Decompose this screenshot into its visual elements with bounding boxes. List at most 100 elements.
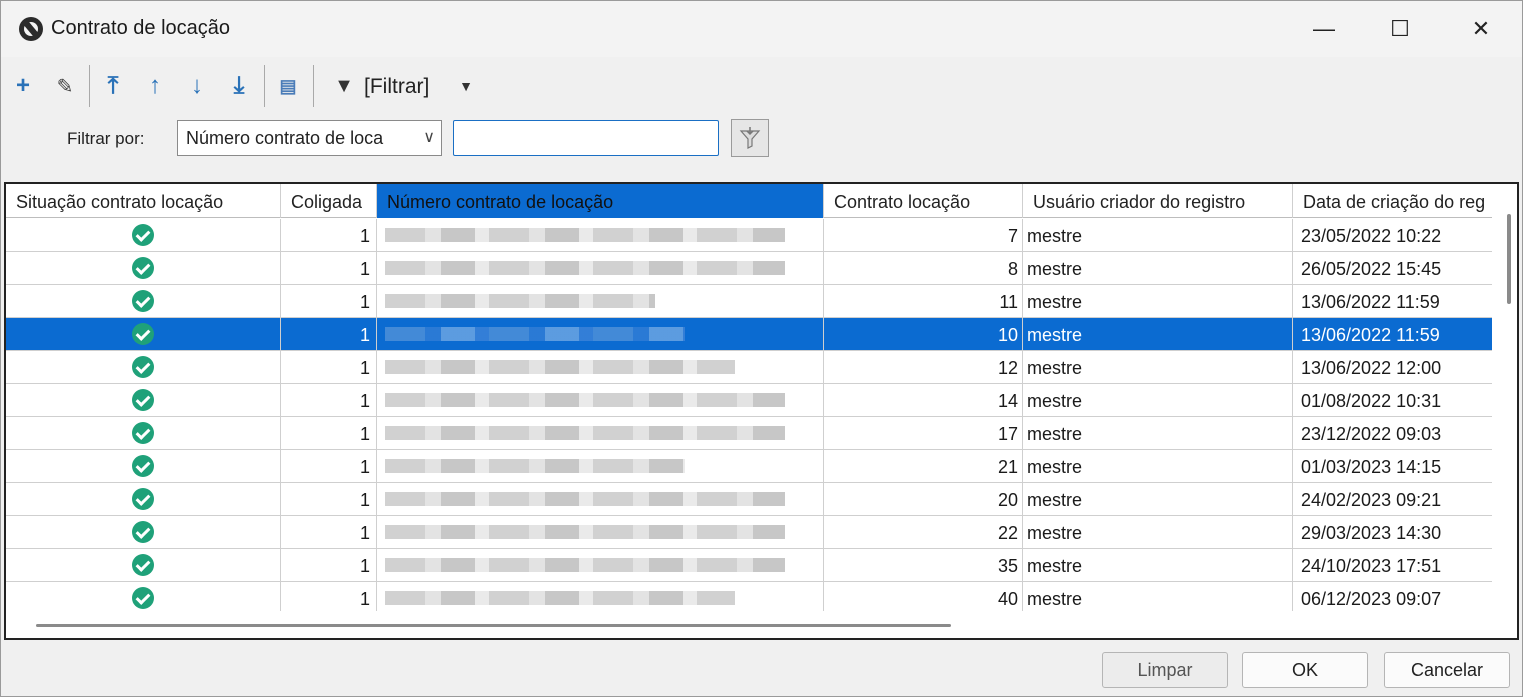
ok-button[interactable]: OK bbox=[1242, 652, 1368, 688]
status-cell bbox=[6, 417, 281, 450]
check-circle-icon bbox=[132, 488, 154, 510]
table-row[interactable]: 1 11 mestre 13/06/2022 11:59 bbox=[6, 285, 1492, 318]
funnel-icon[interactable]: ▼ bbox=[327, 69, 361, 103]
data-cell: 29/03/2023 14:30 bbox=[1301, 523, 1442, 543]
filter-value-input[interactable] bbox=[453, 120, 719, 156]
dialog-window: Contrato de locação — ☐ ✕ + ✎ ⤒ ↑ ↓ ⤓ ▤ … bbox=[0, 0, 1523, 697]
redacted-value bbox=[385, 327, 685, 341]
table-row[interactable]: 1 14 mestre 01/08/2022 10:31 bbox=[6, 384, 1492, 417]
coligada-cell: 1 bbox=[281, 516, 377, 549]
table-row[interactable]: 1 20 mestre 24/02/2023 09:21 bbox=[6, 483, 1492, 516]
column-header-data-criacao[interactable]: Data de criação do reg bbox=[1293, 184, 1492, 218]
check-circle-icon bbox=[132, 422, 154, 444]
usuario-cell: mestre bbox=[1023, 285, 1293, 318]
filter-menu-label[interactable]: [Filtrar] bbox=[364, 75, 429, 99]
numero-contrato-cell bbox=[377, 384, 824, 417]
first-record-icon[interactable]: ⤒ bbox=[96, 69, 130, 103]
numero-contrato-cell bbox=[377, 318, 824, 351]
column-header-usuario-criador[interactable]: Usuário criador do registro bbox=[1023, 184, 1293, 218]
edit-icon[interactable]: ✎ bbox=[48, 69, 82, 103]
toolbar: + ✎ ⤒ ↑ ↓ ⤓ ▤ ▼ [Filtrar] ▼ bbox=[1, 59, 1522, 115]
cancel-button[interactable]: Cancelar bbox=[1384, 652, 1510, 688]
table-row[interactable]: 1 22 mestre 29/03/2023 14:30 bbox=[6, 516, 1492, 549]
data-cell: 13/06/2022 12:00 bbox=[1301, 358, 1442, 378]
usuario-cell: mestre bbox=[1023, 516, 1293, 549]
table-row-selected[interactable]: 1 10 mestre 13/06/2022 11:59 bbox=[6, 318, 1492, 351]
table-row[interactable]: 1 12 mestre 13/06/2022 12:00 bbox=[6, 351, 1492, 384]
coligada-cell: 1 bbox=[281, 318, 377, 351]
previous-record-icon[interactable]: ↑ bbox=[138, 69, 172, 103]
status-cell bbox=[6, 285, 281, 318]
data-cell: 01/08/2022 10:31 bbox=[1301, 391, 1442, 411]
usuario-cell: mestre bbox=[1023, 549, 1293, 582]
close-icon[interactable]: ✕ bbox=[1454, 1, 1508, 57]
numero-contrato-cell bbox=[377, 219, 824, 252]
minimize-icon[interactable]: — bbox=[1297, 1, 1351, 57]
column-header-numero-contrato[interactable]: Número contrato de locação bbox=[377, 184, 824, 218]
numero-contrato-cell bbox=[377, 252, 824, 285]
status-cell bbox=[6, 384, 281, 417]
numero-contrato-cell bbox=[377, 549, 824, 582]
contrato-cell: 35 bbox=[824, 549, 1023, 582]
redacted-value bbox=[385, 558, 785, 572]
usuario-cell: mestre bbox=[1023, 582, 1293, 611]
usuario-cell: mestre bbox=[1023, 384, 1293, 417]
column-header-coligada[interactable]: Coligada bbox=[281, 184, 377, 218]
add-icon[interactable]: + bbox=[6, 69, 40, 103]
table-row[interactable]: 1 17 mestre 23/12/2022 09:03 bbox=[6, 417, 1492, 450]
contrato-cell: 22 bbox=[824, 516, 1023, 549]
contrato-cell: 17 bbox=[824, 417, 1023, 450]
numero-contrato-cell bbox=[377, 285, 824, 318]
table-row[interactable]: 1 35 mestre 24/10/2023 17:51 bbox=[6, 549, 1492, 582]
toolbar-separator bbox=[89, 65, 90, 107]
contrato-cell: 20 bbox=[824, 483, 1023, 516]
contrato-cell: 14 bbox=[824, 384, 1023, 417]
check-circle-icon bbox=[132, 290, 154, 312]
filter-field-select[interactable]: Número contrato de loca ∨ bbox=[177, 120, 442, 156]
clear-button[interactable]: Limpar bbox=[1102, 652, 1228, 688]
apply-filter-button[interactable] bbox=[731, 119, 769, 157]
redacted-value bbox=[385, 228, 785, 242]
report-icon[interactable]: ▤ bbox=[271, 69, 305, 103]
filter-row: Filtrar por: Número contrato de loca ∨ bbox=[1, 117, 1522, 161]
contrato-cell: 10 bbox=[824, 318, 1023, 351]
redacted-value bbox=[385, 426, 785, 440]
status-cell bbox=[6, 516, 281, 549]
last-record-icon[interactable]: ⤓ bbox=[222, 69, 256, 103]
dropdown-arrow-icon[interactable]: ▼ bbox=[449, 69, 483, 103]
check-circle-icon bbox=[132, 455, 154, 477]
table-row[interactable]: 1 8 mestre 26/05/2022 15:45 bbox=[6, 252, 1492, 285]
table-row[interactable]: 1 21 mestre 01/03/2023 14:15 bbox=[6, 450, 1492, 483]
status-cell bbox=[6, 483, 281, 516]
coligada-cell: 1 bbox=[281, 450, 377, 483]
numero-contrato-cell bbox=[377, 417, 824, 450]
coligada-cell: 1 bbox=[281, 384, 377, 417]
data-cell: 24/10/2023 17:51 bbox=[1301, 556, 1442, 576]
usuario-cell: mestre bbox=[1023, 483, 1293, 516]
data-cell: 23/12/2022 09:03 bbox=[1301, 424, 1442, 444]
table-row[interactable]: 1 7 mestre 23/05/2022 10:22 bbox=[6, 219, 1492, 252]
column-header-situacao[interactable]: Situação contrato locação bbox=[6, 184, 281, 218]
numero-contrato-cell bbox=[377, 516, 824, 549]
status-cell bbox=[6, 582, 281, 611]
vertical-scrollbar[interactable] bbox=[1507, 214, 1511, 304]
usuario-cell: mestre bbox=[1023, 417, 1293, 450]
maximize-icon[interactable]: ☐ bbox=[1373, 1, 1427, 57]
grid-body: 1 7 mestre 23/05/2022 10:22 1 8 mestre 2… bbox=[6, 219, 1492, 611]
redacted-value bbox=[385, 525, 785, 539]
redacted-value bbox=[385, 459, 685, 473]
usuario-cell: mestre bbox=[1023, 318, 1293, 351]
data-cell: 26/05/2022 15:45 bbox=[1301, 259, 1442, 279]
redacted-value bbox=[385, 393, 785, 407]
column-header-contrato-locacao[interactable]: Contrato locação bbox=[824, 184, 1023, 218]
status-cell bbox=[6, 252, 281, 285]
table-row[interactable]: 1 40 mestre 06/12/2023 09:07 bbox=[6, 582, 1492, 611]
status-cell bbox=[6, 549, 281, 582]
next-record-icon[interactable]: ↓ bbox=[180, 69, 214, 103]
coligada-cell: 1 bbox=[281, 219, 377, 252]
data-cell: 01/03/2023 14:15 bbox=[1301, 457, 1442, 477]
horizontal-scrollbar[interactable] bbox=[36, 624, 951, 627]
filter-label: Filtrar por: bbox=[67, 129, 145, 148]
toolbar-separator bbox=[313, 65, 314, 107]
status-cell bbox=[6, 351, 281, 384]
